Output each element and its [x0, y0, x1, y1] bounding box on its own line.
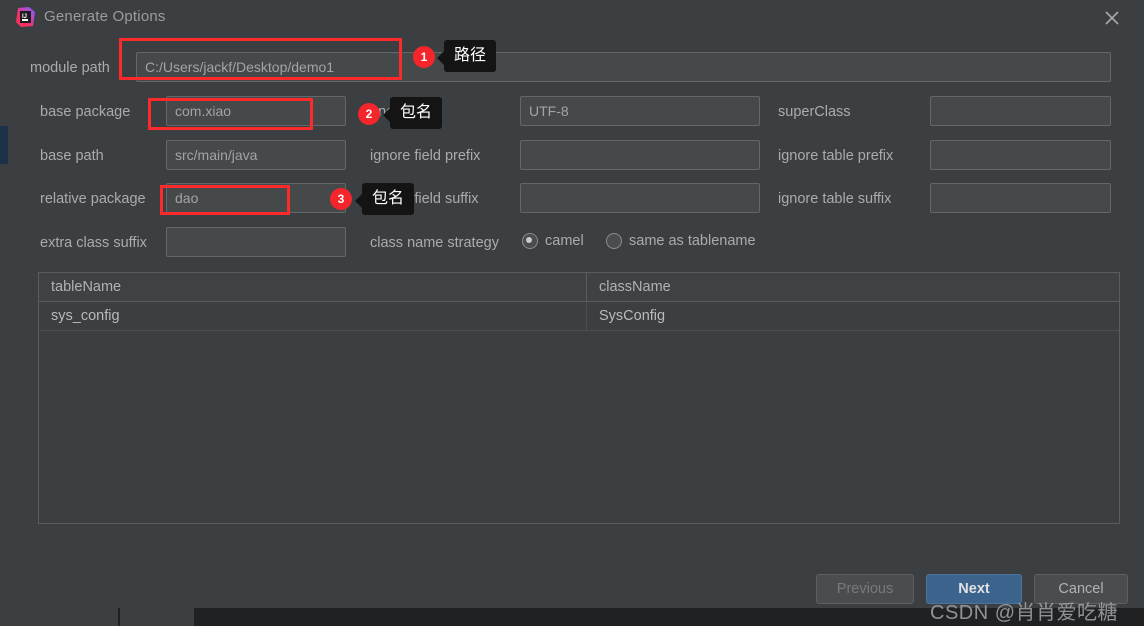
annotation-tooltip-1: 路径 [436, 40, 497, 72]
radio-option-camel[interactable]: camel [522, 233, 584, 249]
generate-options-dialog: IJ Generate Options module path C:/Users… [8, 0, 1144, 608]
ide-window: IJ Generate Options module path C:/Users… [0, 0, 1144, 626]
input-super-class[interactable] [930, 96, 1111, 126]
radio-camel-indicator [522, 233, 538, 249]
label-relative-package: relative package [40, 191, 146, 207]
input-encoding[interactable]: UTF-8 [520, 96, 760, 126]
table-header-row: tableName className [39, 273, 1119, 302]
tables-list[interactable]: tableName className sys_config SysConfig [38, 272, 1120, 524]
previous-button[interactable]: Previous [816, 574, 914, 604]
input-base-package[interactable]: com.xiao [166, 96, 346, 126]
options-form: module path C:/Users/jackf/Desktop/demo1… [8, 44, 1144, 264]
label-ignore-field-prefix: ignore field prefix [370, 148, 481, 164]
label-super-class: superClass [778, 104, 851, 120]
label-extra-class-suffix: extra class suffix [40, 235, 147, 251]
annotation-badge-1: 1 [413, 46, 435, 68]
input-ignore-table-prefix[interactable] [930, 140, 1111, 170]
input-ignore-field-prefix[interactable] [520, 140, 760, 170]
close-icon[interactable] [1102, 8, 1122, 28]
cell-tablename: sys_config [39, 302, 587, 330]
annotation-tooltip-3: 包名 [354, 183, 415, 215]
annotation-badge-3: 3 [330, 188, 352, 210]
table-header-classname: className [599, 279, 671, 295]
dialog-title: Generate Options [44, 8, 166, 25]
watermark: CSDN @肖肖爱吃糖 [930, 602, 1119, 624]
input-ignore-table-suffix[interactable] [930, 183, 1111, 213]
table-header-tablename: tableName [39, 273, 587, 301]
label-module-path: module path [30, 60, 110, 76]
label-ignore-table-suffix: ignore table suffix [778, 191, 892, 207]
input-base-path[interactable]: src/main/java [166, 140, 346, 170]
radio-same-as-tablename-label: same as tablename [629, 233, 756, 249]
annotation-badge-2: 2 [358, 103, 380, 125]
label-ignore-table-prefix: ignore table prefix [778, 148, 894, 164]
ide-bottom-tab-1[interactable] [0, 608, 118, 626]
dialog-titlebar: IJ Generate Options [8, 0, 1144, 36]
input-module-path[interactable]: C:/Users/jackf/Desktop/demo1 [136, 52, 1111, 82]
radio-same-as-tablename-indicator [606, 233, 622, 249]
label-class-name-strategy: class name strategy [370, 235, 499, 251]
ide-bottom-tab-2[interactable] [120, 608, 194, 626]
input-ignore-field-suffix[interactable] [520, 183, 760, 213]
radio-camel-label: camel [545, 233, 584, 249]
ide-left-strip [0, 0, 8, 626]
annotation-tooltip-2: 包名 [382, 97, 443, 129]
label-base-package: base package [40, 104, 131, 120]
cell-classname: SysConfig [599, 308, 666, 324]
label-base-path: base path [40, 148, 104, 164]
input-relative-package[interactable]: dao [166, 183, 346, 213]
input-extra-class-suffix[interactable] [166, 227, 346, 257]
table-row[interactable]: sys_config SysConfig [39, 302, 1119, 331]
intellij-idea-logo-icon: IJ [16, 7, 35, 27]
radio-option-same-as-tablename[interactable]: same as tablename [606, 233, 756, 249]
